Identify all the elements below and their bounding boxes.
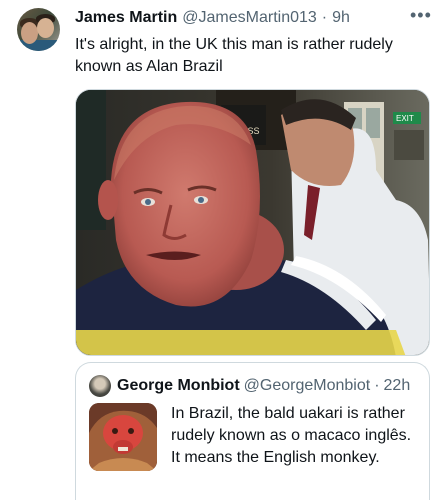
author-avatar[interactable] — [17, 8, 60, 51]
author-name[interactable]: James Martin — [75, 9, 177, 27]
more-options-icon[interactable]: ••• — [410, 6, 431, 28]
quoted-time-separator: · — [374, 377, 380, 394]
tweet-text: It's alright, in the UK this man is rath… — [75, 36, 393, 75]
tweet-media-photo[interactable]: INNESS EXIT — [75, 89, 430, 356]
tweet-time[interactable]: 9h — [332, 9, 350, 27]
exit-sign-text: EXIT — [396, 114, 414, 123]
quoted-tweet[interactable]: George Monbiot @GeorgeMonbiot · 22h In B… — [75, 362, 430, 500]
quoted-tweet-thumbnail[interactable] — [89, 403, 157, 471]
photo-image: INNESS EXIT — [76, 90, 429, 355]
tweet-header: James Martin @JamesMartin013 · 9h — [75, 8, 350, 28]
uakari-monkey-image — [89, 403, 157, 471]
quoted-author-name: George Monbiot — [117, 377, 240, 394]
quoted-author-handle: @GeorgeMonbiot — [243, 377, 371, 394]
quoted-tweet-time: 22h — [383, 377, 411, 394]
quoted-tweet-text: In Brazil, the bald uakari is rather rud… — [171, 405, 412, 466]
quoted-tweet-header: George Monbiot @GeorgeMonbiot · 22h — [117, 375, 410, 397]
author-handle[interactable]: @JamesMartin013 — [182, 9, 317, 27]
time-separator: · — [321, 9, 328, 26]
quoted-author-avatar[interactable] — [89, 375, 111, 397]
